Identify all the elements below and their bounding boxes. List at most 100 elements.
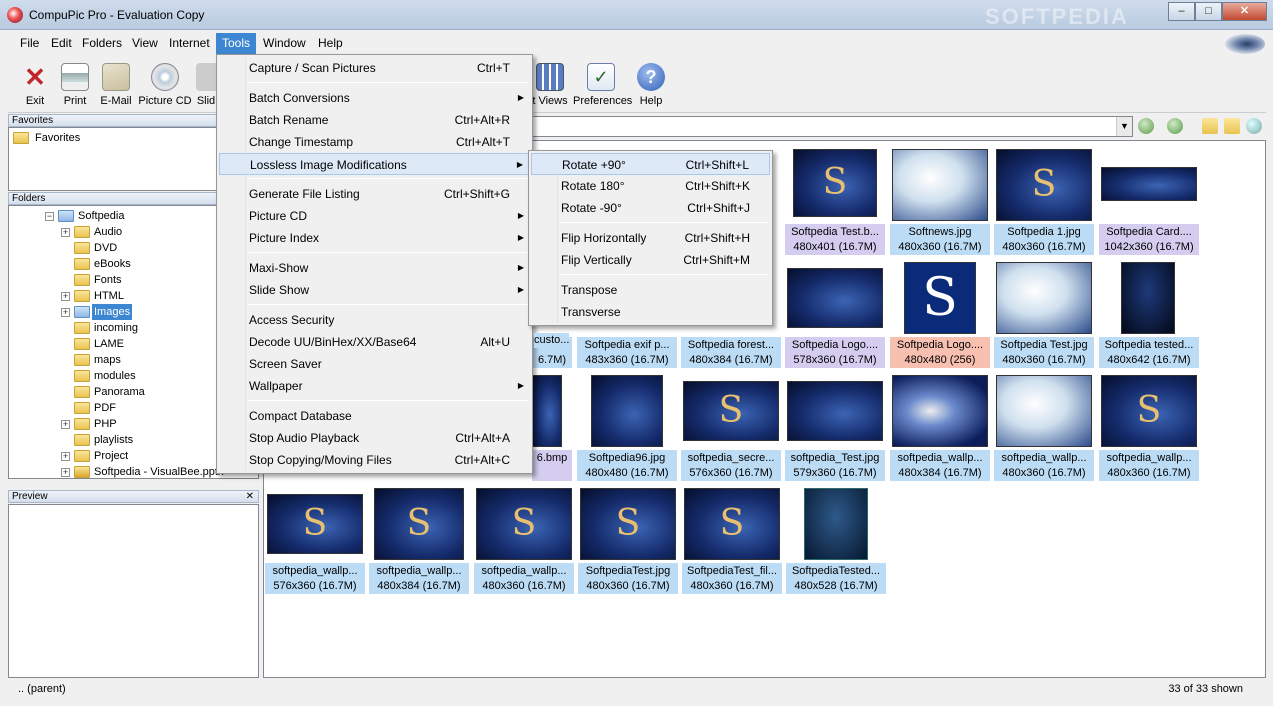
thumbnail-item[interactable]: Softnews.jpg 480x360 (16.7M) [890, 147, 990, 255]
menu-item-screen-saver[interactable]: Screen Saver [219, 353, 530, 375]
close-button[interactable]: ✕ [1222, 2, 1267, 21]
watermark: SOFTPEDIA [985, 4, 1129, 29]
expand-icon[interactable]: + [61, 468, 70, 477]
menu-item-transpose[interactable]: Transpose [531, 279, 770, 301]
thumbnail-item[interactable]: S softpedia_wallp... 480x360 (16.7M) [474, 486, 574, 594]
menu-item-wallpaper[interactable]: Wallpaper ▶ [219, 375, 530, 397]
menu-file[interactable]: File [14, 33, 45, 54]
thumbnail-item[interactable]: S softpedia_wallp... 576x360 (16.7M) [265, 486, 365, 594]
thumbnail-item[interactable]: S softpedia_wallp... 480x384 (16.7M) [369, 486, 469, 594]
thumbnail-caption: Softpedia96.jpg 480x480 (16.7M) [577, 450, 677, 481]
thumbnail-item[interactable]: Softpedia96.jpg 480x480 (16.7M) [577, 373, 677, 481]
folder-icon [74, 242, 90, 254]
folder-icon [74, 386, 90, 398]
back-icon[interactable] [1138, 118, 1154, 134]
menu-item-stop-copying[interactable]: Stop Copying/Moving Files Ctrl+Alt+C [219, 449, 530, 471]
thumbnail-image [892, 149, 988, 221]
menu-view[interactable]: View [126, 33, 164, 54]
thumbnail-caption: SoftpediaTest.jpg 480x360 (16.7M) [578, 563, 678, 594]
chevron-down-icon[interactable]: ▼ [1116, 117, 1132, 136]
minimize-button[interactable]: – [1168, 2, 1195, 21]
thumbnail-image: S [904, 262, 976, 334]
menu-item-picture-cd[interactable]: Picture CD ▶ [219, 205, 530, 227]
preview-close-icon[interactable]: ✕ [246, 491, 254, 502]
menu-item-transverse[interactable]: Transverse [531, 301, 770, 323]
menu-item-batch-conversions[interactable]: Batch Conversions ▶ [219, 87, 530, 109]
thumbnail-item[interactable]: S softpedia_secre... 576x360 (16.7M) [681, 373, 781, 481]
menu-edit[interactable]: Edit [45, 33, 78, 54]
thumbnail-item[interactable]: S SoftpediaTest_fil... 480x360 (16.7M) [682, 486, 782, 594]
help-button[interactable]: ? Help [636, 61, 666, 107]
preview-header: Preview ✕ [8, 490, 259, 503]
thumbnail-image: S [684, 488, 780, 560]
thumbnail-caption: softpedia_secre... 576x360 (16.7M) [681, 450, 781, 481]
menu-item-compact-database[interactable]: Compact Database [219, 405, 530, 427]
menu-separator [247, 178, 528, 179]
menu-separator [247, 252, 528, 253]
expand-icon[interactable]: + [61, 228, 70, 237]
menu-tools[interactable]: Tools [216, 33, 257, 54]
thumbnail-item[interactable]: Softpedia tested... 480x642 (16.7M) [1099, 260, 1199, 368]
menu-item-lossless-image-modifications[interactable]: Lossless Image Modifications ▶ [219, 153, 530, 175]
thumbnail-image [532, 375, 562, 447]
expand-icon[interactable]: + [61, 452, 70, 461]
menu-window[interactable]: Window [257, 33, 312, 54]
search-icon[interactable] [1246, 118, 1262, 134]
thumbnail-item[interactable]: S SoftpediaTest.jpg 480x360 (16.7M) [578, 486, 678, 594]
submenu-arrow-icon: ▶ [517, 211, 524, 220]
expand-icon[interactable]: + [61, 420, 70, 429]
folder-icon[interactable] [1224, 118, 1240, 134]
folder-icon [74, 354, 90, 366]
views-button[interactable]: t Views [530, 61, 570, 107]
menu-item-generate-file-listing[interactable]: Generate File Listing Ctrl+Shift+G [219, 183, 530, 205]
folder-icon [74, 418, 90, 430]
exit-button[interactable]: ✕ Exit [20, 61, 50, 107]
thumbnail-item[interactable]: S Softpedia Test.b... 480x401 (16.7M) [785, 147, 885, 255]
thumbnail-caption: Softpedia forest... 480x384 (16.7M) [681, 337, 781, 368]
thumbnail-item[interactable]: S softpedia_wallp... 480x360 (16.7M) [1099, 373, 1199, 481]
menu-item-flip-vertically[interactable]: Flip Vertically Ctrl+Shift+M [531, 249, 770, 271]
menu-internet[interactable]: Internet [163, 33, 216, 54]
menu-item-picture-index[interactable]: Picture Index ▶ [219, 227, 530, 249]
thumbnail-item[interactable]: Softpedia Logo.... 578x360 (16.7M) [785, 260, 885, 368]
menu-help[interactable]: Help [312, 33, 349, 54]
menu-item-rotate-180[interactable]: Rotate 180° Ctrl+Shift+K [531, 175, 770, 197]
menu-item-access-security[interactable]: Access Security [219, 309, 530, 331]
folder-up-icon[interactable] [1202, 118, 1218, 134]
thumbnail-caption: softpedia_Test.jpg 579x360 (16.7M) [785, 450, 885, 481]
folder-open-icon [58, 210, 74, 222]
menu-folders[interactable]: Folders [76, 33, 128, 54]
menu-item-rotate-minus-90[interactable]: Rotate -90° Ctrl+Shift+J [531, 197, 770, 219]
expand-icon[interactable]: + [61, 292, 70, 301]
thumbnail-item[interactable]: S Softpedia Logo.... 480x480 (256) [890, 260, 990, 368]
thumbnail-item[interactable]: softpedia_wallp... 480x384 (16.7M) [890, 373, 990, 481]
thumbnail-item[interactable]: Softpedia Card.... 1042x360 (16.7M) [1099, 147, 1199, 255]
email-button[interactable]: E-Mail [99, 61, 133, 107]
picture-cd-button[interactable]: Picture CD [138, 61, 192, 107]
thumbnail-item[interactable]: softpedia_wallp... 480x360 (16.7M) [994, 373, 1094, 481]
collapse-icon[interactable]: − [45, 212, 54, 221]
menu-item-slide-show[interactable]: Slide Show ▶ [219, 279, 530, 301]
menu-item-capture-scan[interactable]: Capture / Scan Pictures Ctrl+T [219, 57, 530, 79]
menu-item-maxi-show[interactable]: Maxi-Show ▶ [219, 257, 530, 279]
menu-item-change-timestamp[interactable]: Change Timestamp Ctrl+Alt+T [219, 131, 530, 153]
menu-item-stop-audio-playback[interactable]: Stop Audio Playback Ctrl+Alt+A [219, 427, 530, 449]
menu-item-rotate-plus-90[interactable]: Rotate +90° Ctrl+Shift+L [531, 153, 770, 175]
menu-item-batch-rename[interactable]: Batch Rename Ctrl+Alt+R [219, 109, 530, 131]
thumbnail-item[interactable]: Softpedia Test.jpg 480x360 (16.7M) [994, 260, 1094, 368]
menu-item-flip-horizontally[interactable]: Flip Horizontally Ctrl+Shift+H [531, 227, 770, 249]
thumbnail-item[interactable]: softpedia_Test.jpg 579x360 (16.7M) [785, 373, 885, 481]
menu-item-decode[interactable]: Decode UU/BinHex/XX/Base64 Alt+U [219, 331, 530, 353]
preferences-button[interactable]: ✓ Preferences [573, 61, 632, 107]
thumbnail-item[interactable]: S Softpedia 1.jpg 480x360 (16.7M) [994, 147, 1094, 255]
status-parent[interactable]: .. (parent) [18, 680, 66, 698]
expand-icon[interactable]: + [61, 308, 70, 317]
print-button[interactable]: Print [60, 61, 90, 107]
maximize-button[interactable]: □ [1195, 2, 1222, 21]
slide-show-button[interactable]: Slid [196, 61, 216, 107]
thumbnail-caption: Softpedia Card.... 1042x360 (16.7M) [1099, 224, 1199, 255]
thumbnail-item[interactable]: SoftpediaTested... 480x528 (16.7M) [786, 486, 886, 594]
forward-icon[interactable] [1167, 118, 1183, 134]
help-question-icon: ? [637, 63, 665, 91]
submenu-arrow-icon: ▶ [517, 285, 524, 294]
